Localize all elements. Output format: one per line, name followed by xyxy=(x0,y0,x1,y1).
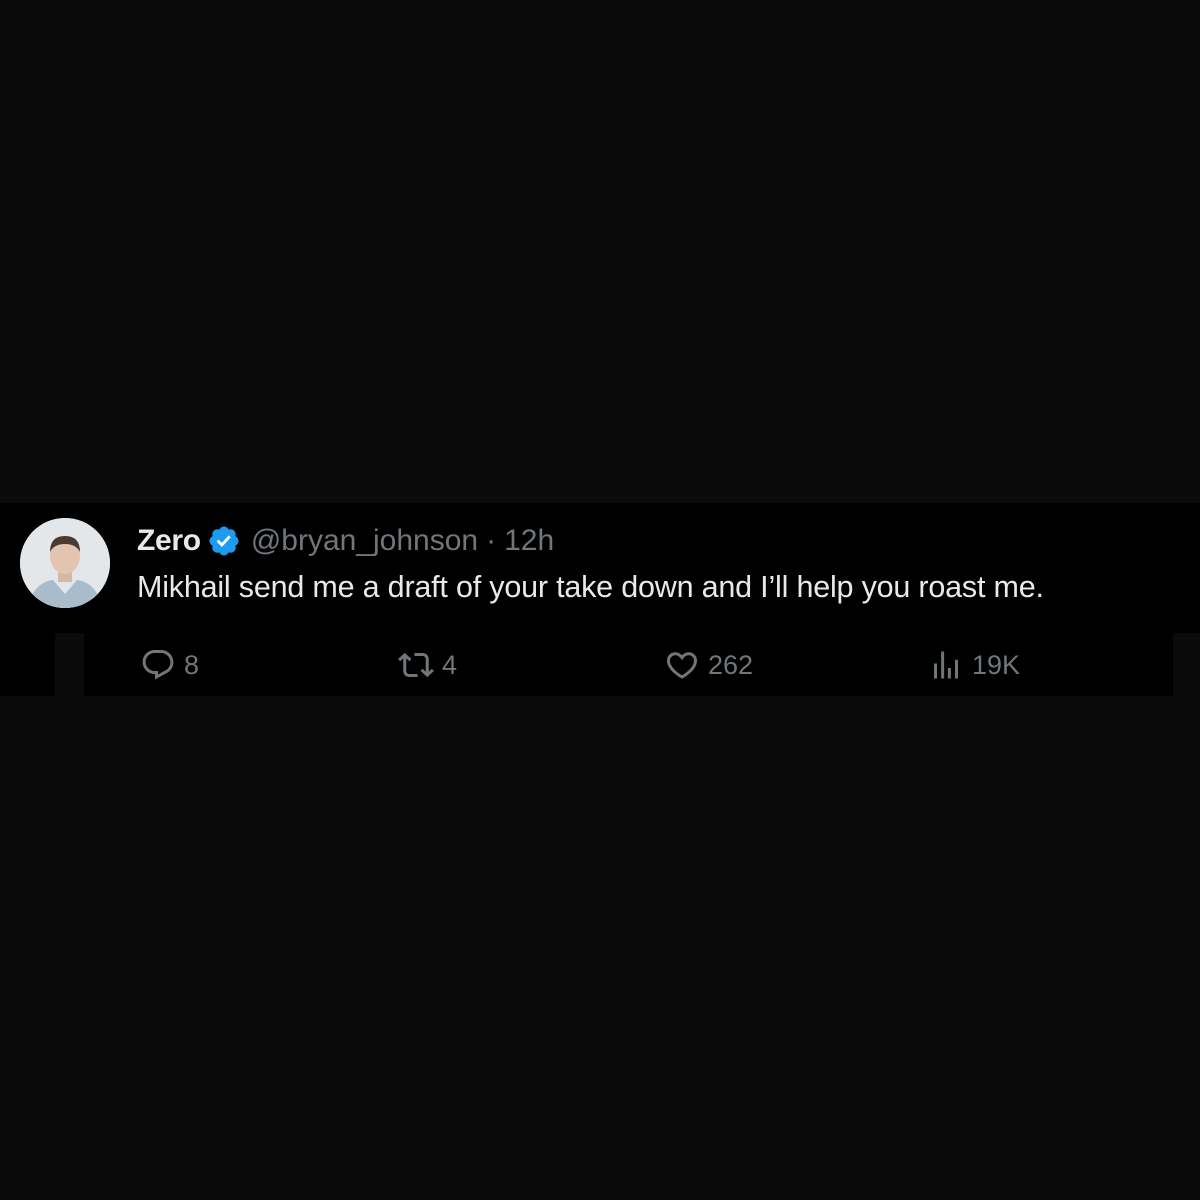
repost-button[interactable]: 4 xyxy=(398,645,457,685)
reply-count: 8 xyxy=(184,649,200,680)
like-button[interactable]: 262 xyxy=(664,645,753,685)
tweet-card-left-strip xyxy=(0,633,55,696)
repost-icon xyxy=(398,647,434,683)
verified-badge-icon xyxy=(207,524,241,558)
heart-icon xyxy=(664,647,700,683)
repost-count: 4 xyxy=(442,649,458,680)
views-count: 19K xyxy=(972,649,1021,680)
bar-chart-icon xyxy=(928,647,964,683)
reply-bubble-icon xyxy=(140,647,176,683)
tweet-timestamp[interactable]: 12h xyxy=(504,524,554,558)
views-button[interactable]: 19K xyxy=(928,645,1020,685)
tweet-text: Mikhail send me a draft of your take dow… xyxy=(137,570,1044,604)
page: Zero @bryan_johnson · 12h Mikhail send m… xyxy=(0,0,1200,1200)
avatar[interactable] xyxy=(20,518,110,608)
like-count: 262 xyxy=(708,649,754,680)
reply-button[interactable]: 8 xyxy=(140,645,199,685)
author-handle[interactable]: @bryan_johnson xyxy=(251,524,478,558)
author-display-name[interactable]: Zero xyxy=(137,524,201,558)
header-separator: · xyxy=(486,524,497,557)
tweet-header: Zero @bryan_johnson · 12h xyxy=(137,520,554,562)
